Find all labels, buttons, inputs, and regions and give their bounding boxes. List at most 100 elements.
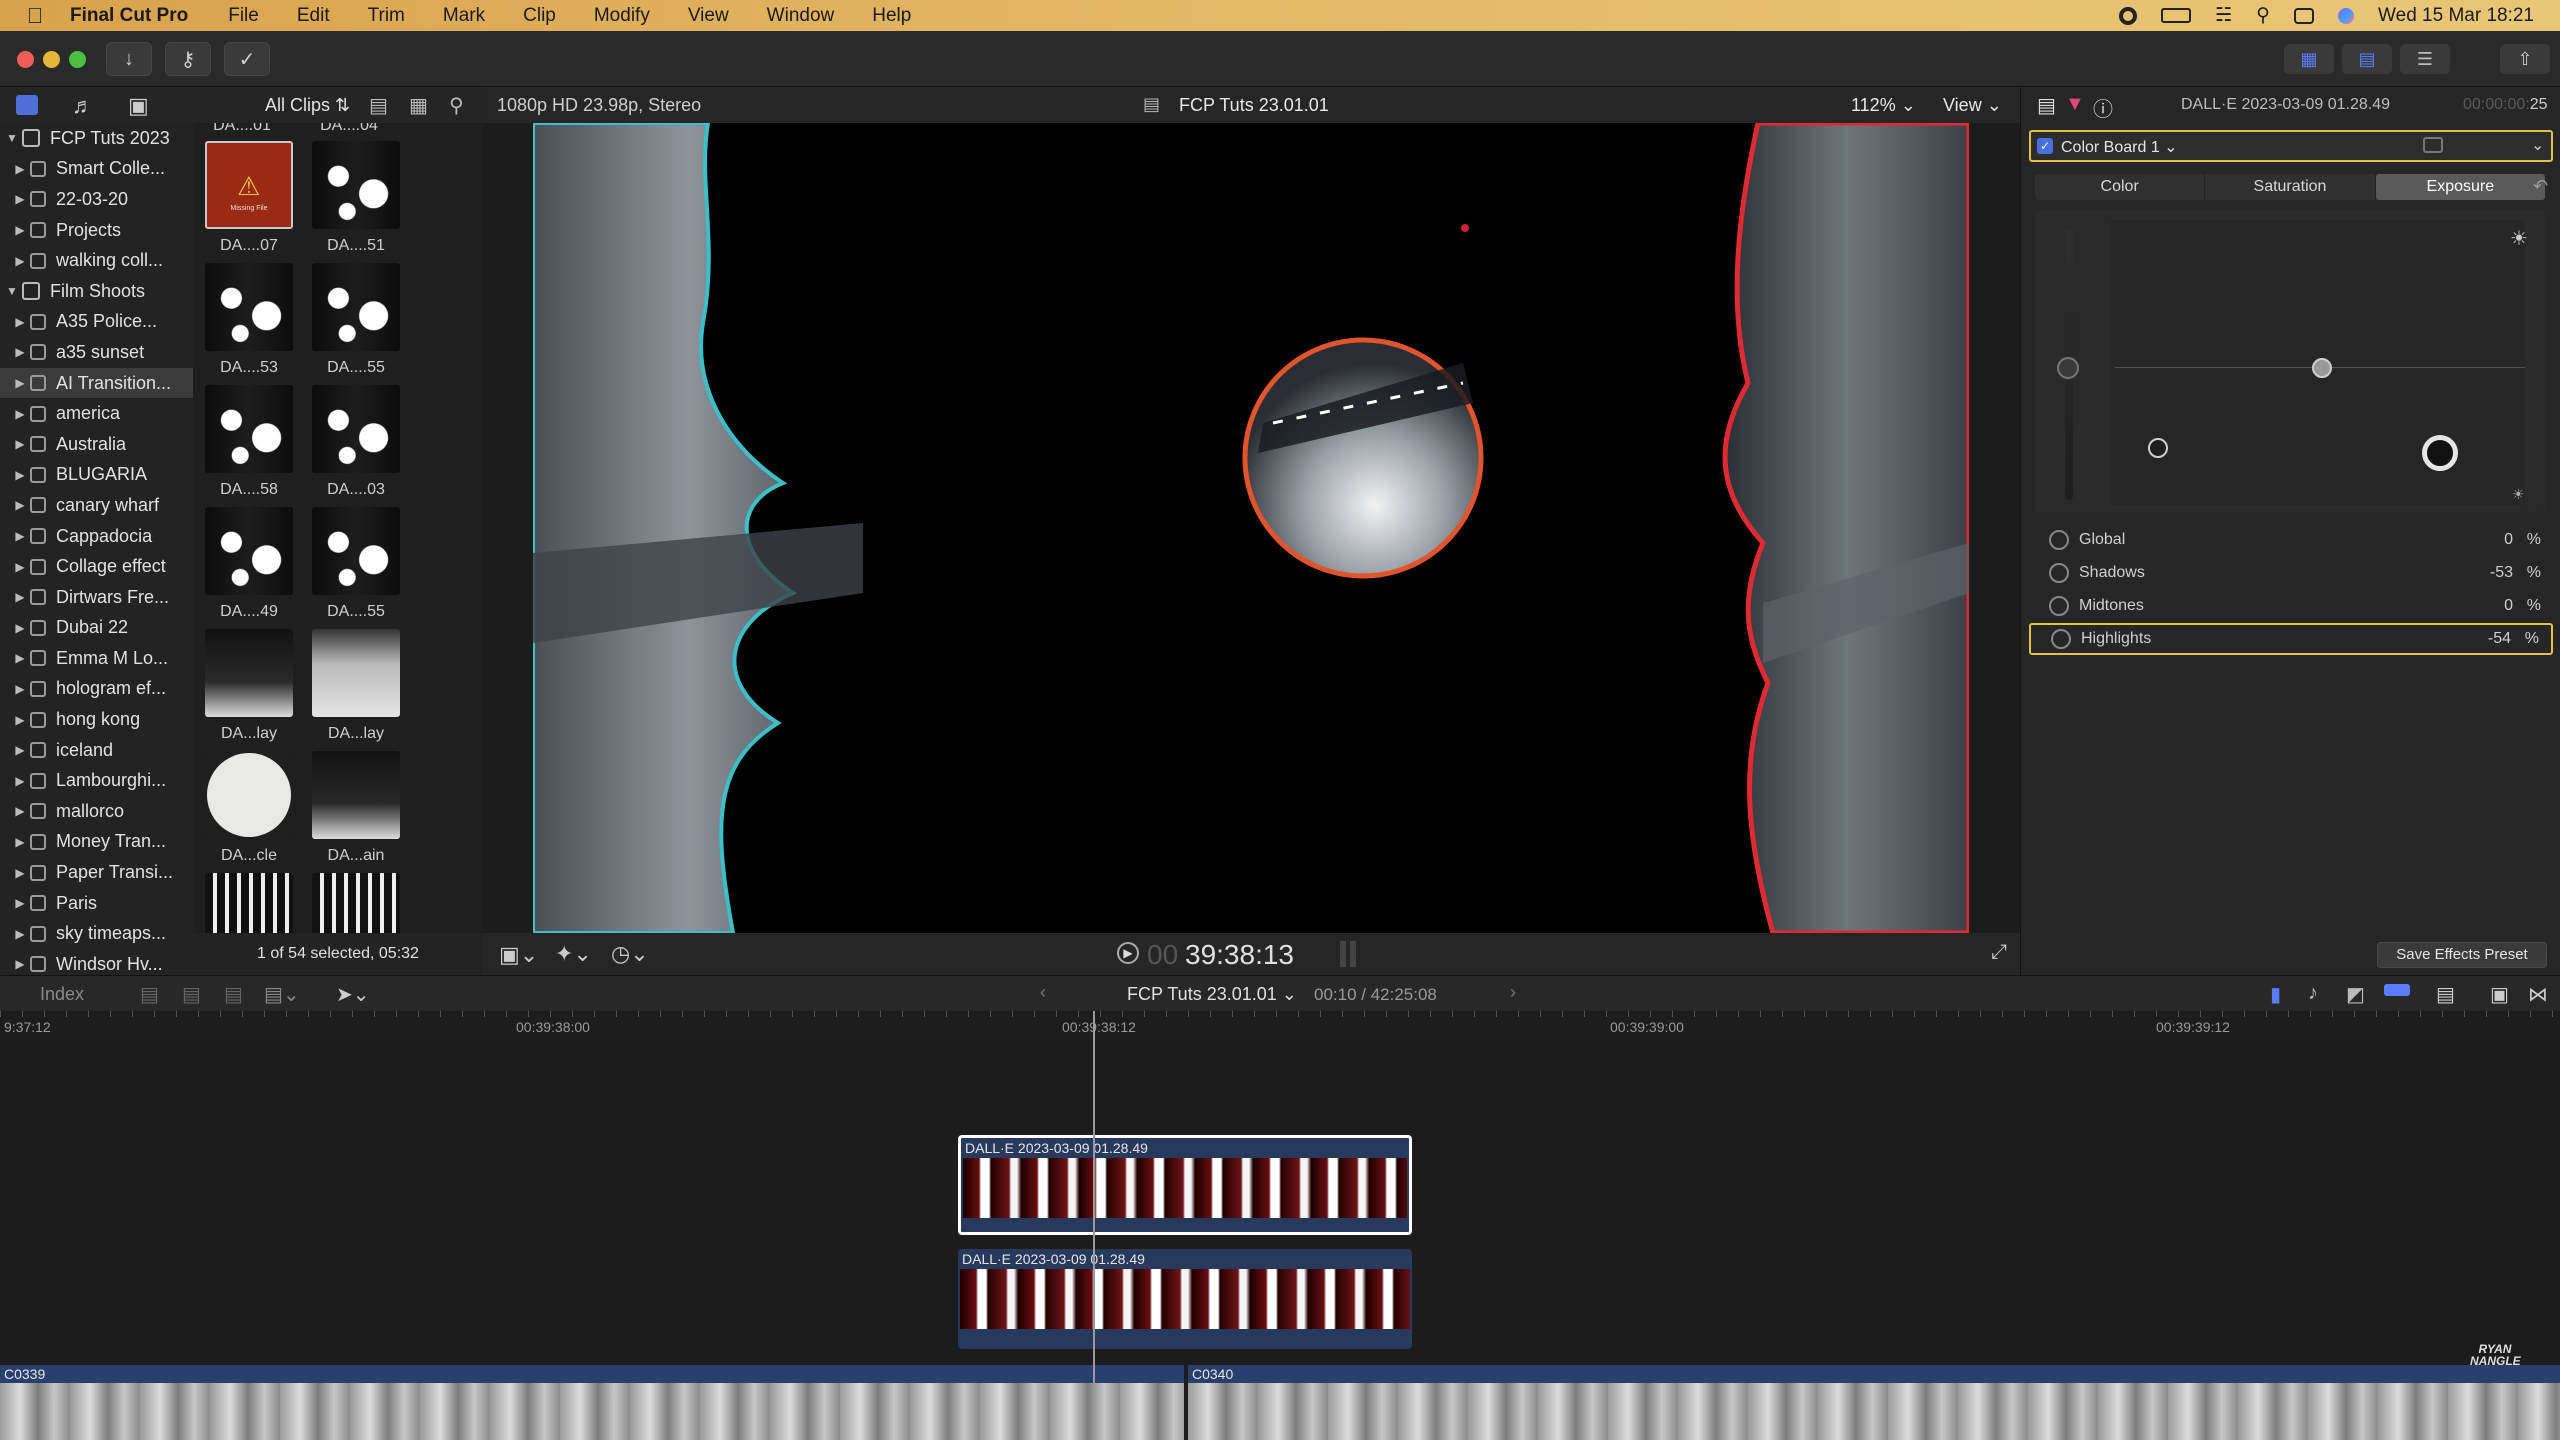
disclosure-closed-icon[interactable]: ▶ (10, 345, 30, 359)
disclosure-closed-icon[interactable]: ▶ (10, 651, 30, 665)
clip-thumbnail[interactable] (205, 629, 293, 717)
timecode-display[interactable]: 39:38:13 (1185, 939, 1294, 971)
menu-modify[interactable]: Modify (594, 5, 650, 27)
siri-icon[interactable] (2338, 7, 2355, 24)
insert-clip-icon[interactable]: ▤ (182, 982, 201, 1007)
clip-thumbnail[interactable] (205, 507, 293, 595)
sidebar-item-16[interactable]: ▶ Dubai 22 (0, 613, 193, 644)
sidebar-item-15[interactable]: ▶ Dirtwars Fre... (0, 582, 193, 613)
tab-exposure[interactable]: Exposure (2375, 174, 2545, 200)
param-value[interactable]: -53 (2490, 564, 2513, 582)
keywords-button[interactable]: ⚷ (165, 42, 211, 76)
global-master-handle[interactable] (2057, 357, 2079, 379)
video-viewer[interactable] (533, 123, 1969, 933)
libraries-icon[interactable] (16, 95, 38, 115)
sidebar-item-2[interactable]: ▶ 22-03-20 (0, 184, 193, 215)
disclosure-open-icon[interactable]: ▼ (2, 131, 22, 145)
sidebar-item-10[interactable]: ▶ Australia (0, 429, 193, 460)
menu-window[interactable]: Window (767, 5, 835, 27)
window-zoom-button[interactable] (69, 51, 86, 68)
menu-file[interactable]: File (228, 5, 259, 27)
effect-mask-icon[interactable] (2423, 137, 2443, 153)
sidebar-item-8[interactable]: ▶ AI Transition... (0, 367, 193, 399)
disclosure-closed-icon[interactable]: ▶ (10, 682, 30, 696)
timeline-index-button[interactable]: Index (40, 984, 84, 1005)
inspector-layout-toggle[interactable]: ☰ (2400, 44, 2450, 74)
select-tool-icon[interactable]: ➤⌄ (336, 982, 370, 1007)
spotlight-search-icon[interactable]: ⚲ (2256, 4, 2270, 27)
disclosure-closed-icon[interactable]: ▶ (10, 437, 30, 451)
menu-view[interactable]: View (688, 5, 729, 27)
sidebar-item-7[interactable]: ▶ a35 sunset (0, 337, 193, 368)
tab-saturation[interactable]: Saturation (2205, 174, 2376, 200)
disclosure-closed-icon[interactable]: ▶ (10, 835, 30, 849)
tab-color[interactable]: Color (2035, 174, 2206, 200)
sidebar-item-6[interactable]: ▶ A35 Police... (0, 307, 193, 338)
sidebar-item-5[interactable]: ▼ Film Shoots (0, 276, 193, 307)
share-button[interactable]: ⇧ (2500, 44, 2550, 74)
list-view-icon[interactable]: ▦ (409, 93, 428, 118)
disclosure-closed-icon[interactable]: ▶ (10, 957, 30, 971)
disclosure-closed-icon[interactable]: ▶ (10, 621, 30, 635)
sidebar-item-1[interactable]: ▶ Smart Colle... (0, 154, 193, 185)
disclosure-closed-icon[interactable]: ▶ (10, 192, 30, 206)
sidebar-item-26[interactable]: ▶ sky timeaps... (0, 918, 193, 949)
transform-tool-icon[interactable]: ▣⌄ (499, 942, 538, 968)
param-value[interactable]: -54 (2488, 630, 2511, 648)
exposure-board[interactable]: ☀ ☀ (2035, 210, 2545, 512)
sidebar-item-22[interactable]: ▶ mallorco (0, 796, 193, 827)
clip-thumbnail[interactable] (205, 385, 293, 473)
disclosure-closed-icon[interactable]: ▶ (10, 223, 30, 237)
sidebar-item-11[interactable]: ▶ BLUGARIA (0, 460, 193, 491)
connected-clip[interactable]: DALL·E 2023-03-09 01.28.49 (958, 1249, 1412, 1349)
control-center-icon[interactable] (2294, 7, 2315, 24)
retime-tool-icon[interactable]: ◷⌄ (611, 941, 649, 967)
shadows-puck[interactable] (2148, 438, 2168, 458)
menu-mark[interactable]: Mark (443, 5, 485, 27)
disclosure-closed-icon[interactable]: ▶ (10, 743, 30, 757)
storyline-clip[interactable]: C0340 (1188, 1365, 2560, 1440)
overwrite-clip-icon[interactable]: ▤ (224, 982, 243, 1007)
sidebar-item-4[interactable]: ▶ walking coll... (0, 245, 193, 276)
midtones-puck-selected[interactable] (2422, 435, 2458, 471)
battery-icon[interactable] (2161, 8, 2192, 23)
timeline-project-menu[interactable]: FCP Tuts 23.01.01 ⌄ (1127, 984, 1297, 1005)
effect-header[interactable]: ✓ Color Board 1 ⌄ ⌄ (2029, 130, 2553, 162)
disclosure-closed-icon[interactable]: ▶ (10, 315, 30, 329)
menu-help[interactable]: Help (872, 5, 911, 27)
sidebar-item-17[interactable]: ▶ Emma M Lo... (0, 643, 193, 674)
transitions-browser-icon[interactable]: ⋈ (2528, 982, 2548, 1007)
append-clip-icon[interactable]: ▤ (140, 982, 159, 1007)
history-back-icon[interactable]: ‹ (1040, 982, 1046, 1003)
playhead[interactable] (1093, 1011, 1095, 1440)
disclosure-closed-icon[interactable]: ▶ (10, 498, 30, 512)
background-tasks-button[interactable]: ✓ (224, 42, 270, 76)
clip-thumbnail[interactable] (312, 751, 400, 839)
view-menu[interactable]: View ⌄ (1943, 95, 2002, 116)
zoom-popup[interactable]: 112% ⌄ (1851, 95, 1916, 116)
clip-thumbnail[interactable] (312, 629, 400, 717)
sidebar-item-14[interactable]: ▶ Collage effect (0, 551, 193, 582)
skimming-icon[interactable]: ▮ (2270, 982, 2281, 1007)
video-inspector-icon[interactable]: ▤ (2037, 93, 2056, 118)
highlights-puck[interactable] (2312, 358, 2332, 378)
menu-edit[interactable]: Edit (297, 5, 330, 27)
sidebar-item-9[interactable]: ▶ america (0, 398, 193, 429)
browser-layout-toggle[interactable]: ▦ (2284, 44, 2334, 74)
wifi-icon[interactable]: ☵ (2215, 4, 2232, 27)
sidebar-item-20[interactable]: ▶ iceland (0, 735, 193, 766)
sidebar-item-21[interactable]: ▶ Lambourghi... (0, 765, 193, 796)
clip-thumbnail[interactable] (205, 751, 293, 839)
enhance-tool-icon[interactable]: ✦⌄ (555, 941, 592, 967)
disclosure-closed-icon[interactable]: ▶ (10, 560, 30, 574)
disclosure-closed-icon[interactable]: ▶ (10, 407, 30, 421)
sidebar-item-3[interactable]: ▶ Projects (0, 215, 193, 246)
effect-enable-checkbox[interactable]: ✓ (2037, 138, 2053, 154)
disclosure-closed-icon[interactable]: ▶ (10, 162, 30, 176)
window-minimize-button[interactable] (43, 51, 60, 68)
import-button[interactable]: ↓ (106, 42, 152, 76)
clip-thumbnail[interactable] (205, 263, 293, 351)
exposure-param-shadows[interactable]: Shadows -53% (2029, 557, 2553, 589)
timeline-area[interactable]: DALL·E 2023-03-09 01.28.49 DALL·E 2023-0… (0, 1039, 2560, 1440)
audio-skimming-icon[interactable]: ♪ (2308, 982, 2318, 1005)
